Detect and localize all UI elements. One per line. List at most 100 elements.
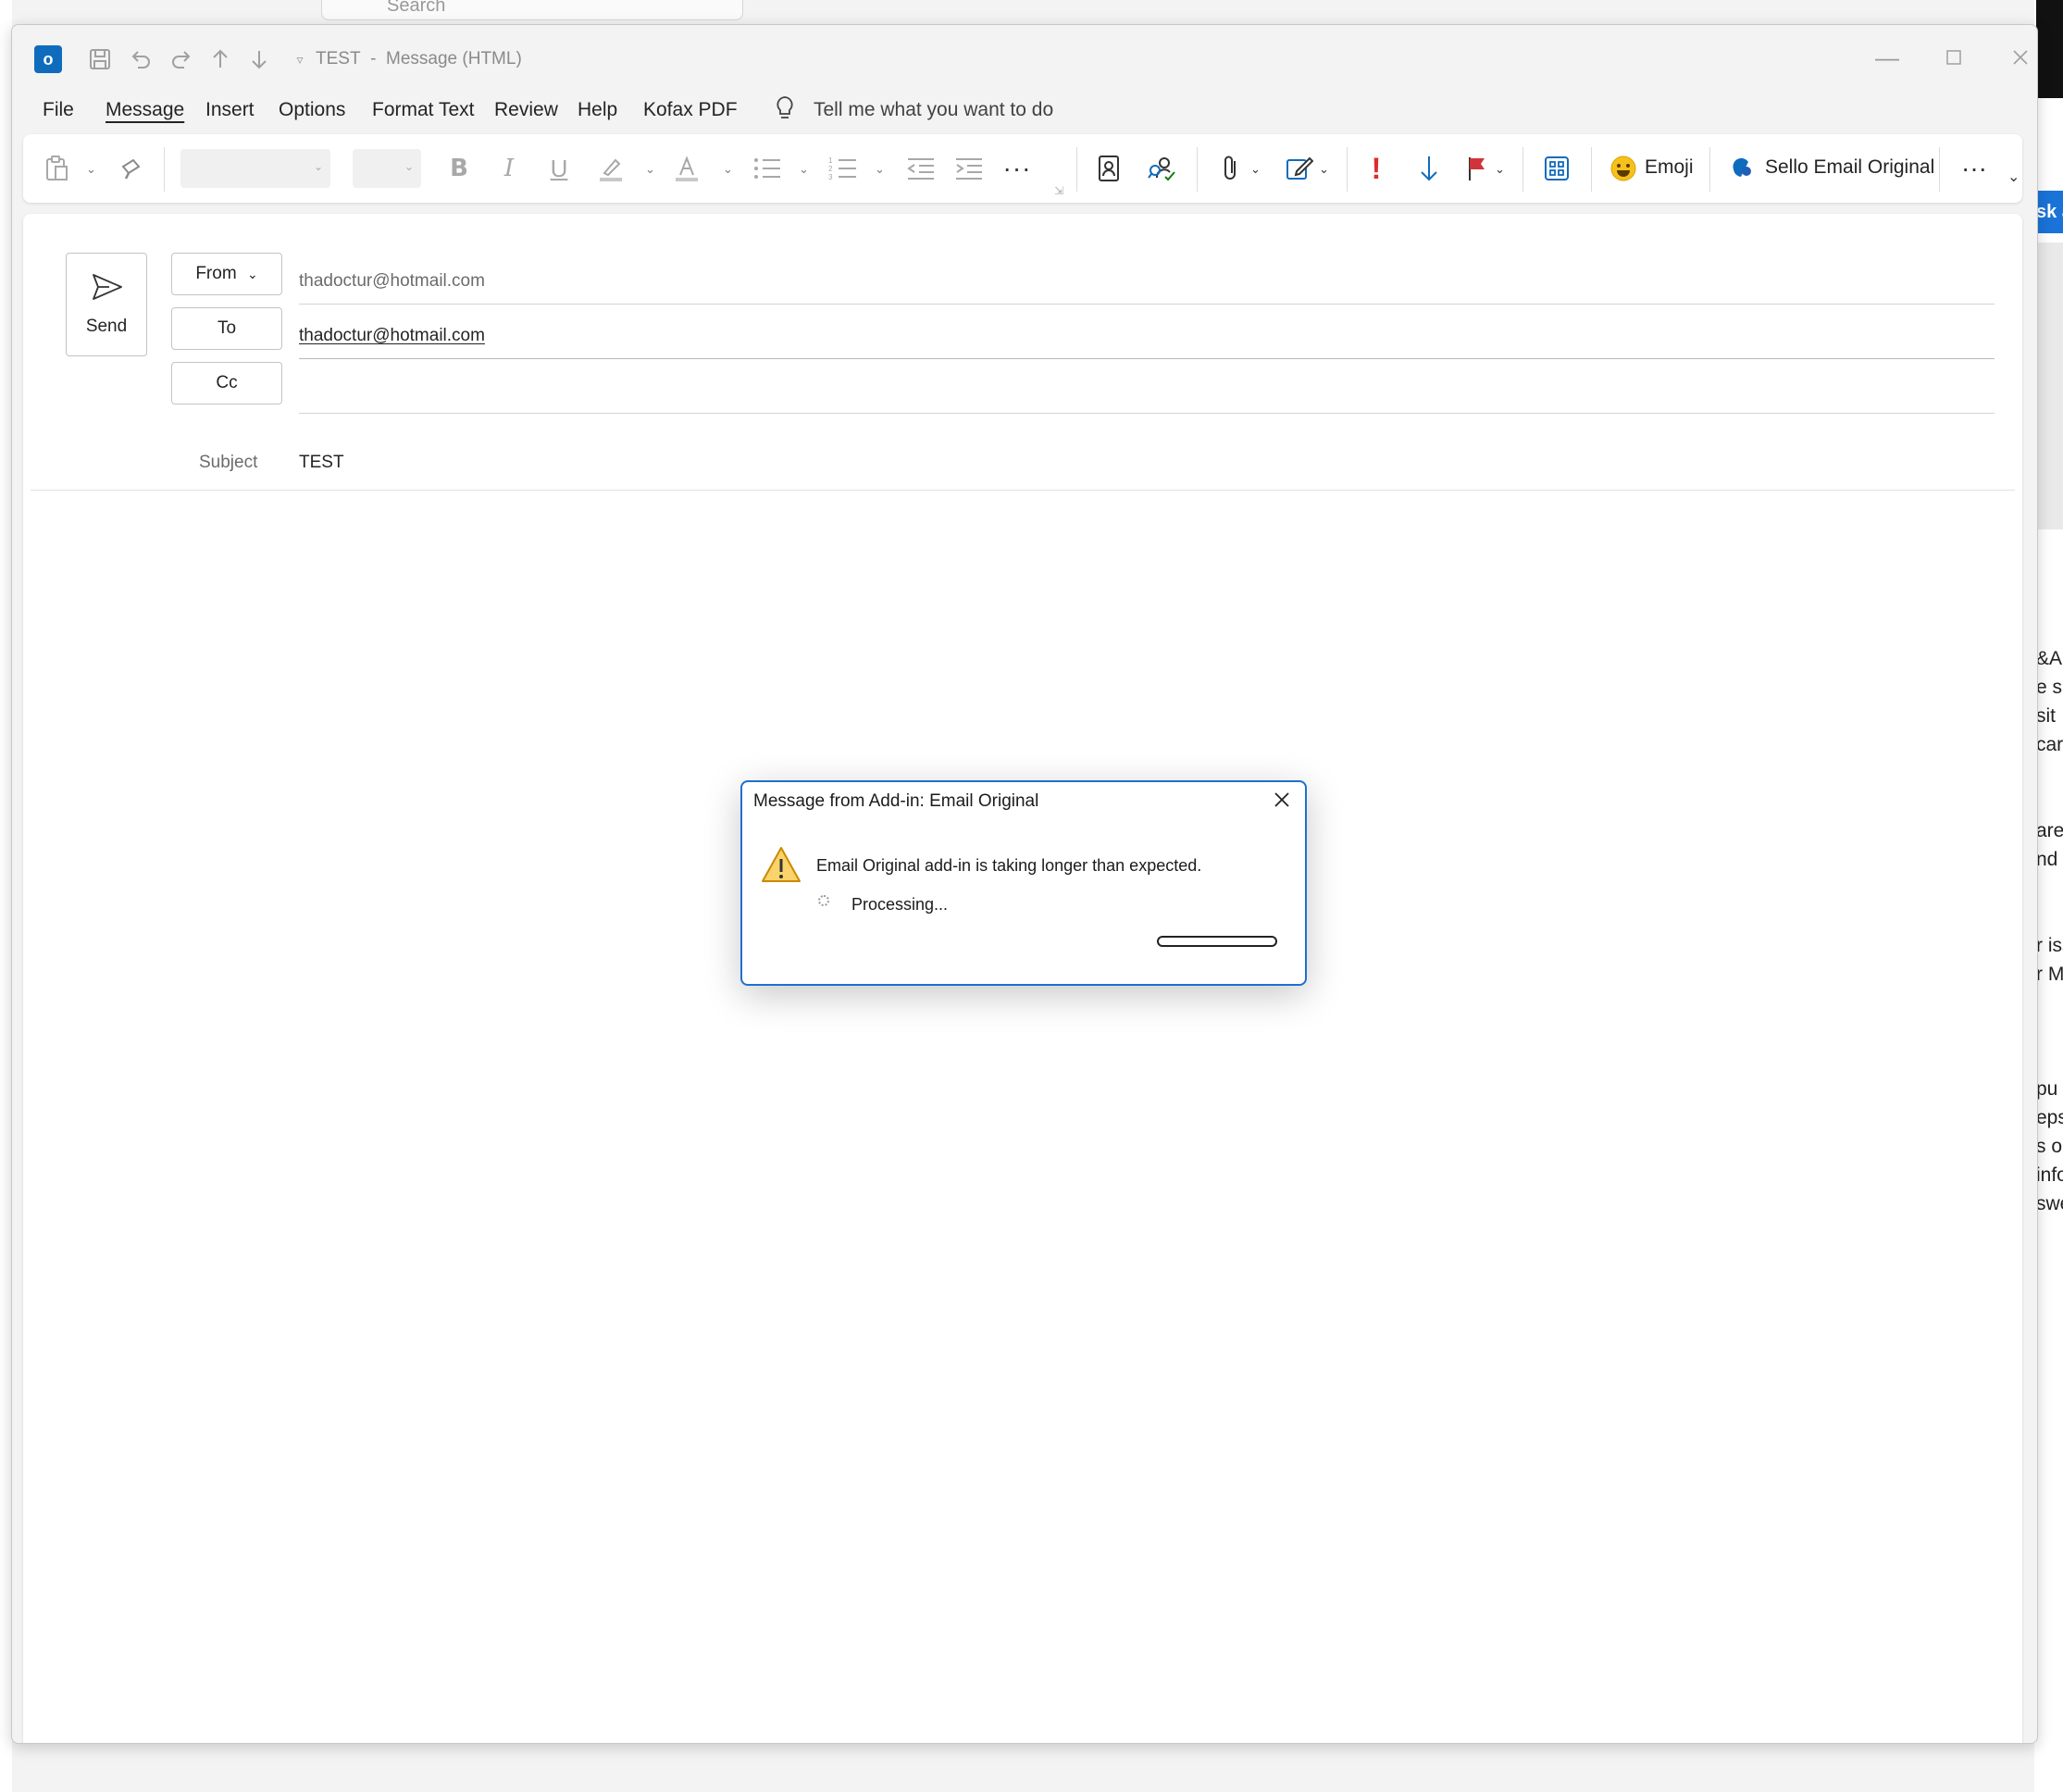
signature-dropdown-chevron-icon[interactable]: ⌄ xyxy=(1319,162,1329,177)
high-importance-icon[interactable]: ! xyxy=(1365,151,1387,186)
next-item-icon[interactable] xyxy=(245,45,273,73)
address-book-icon[interactable] xyxy=(1093,151,1125,186)
dialog-launcher-icon[interactable]: ⇲ xyxy=(1054,184,1063,197)
font-color-dropdown-chevron-icon[interactable]: ⌄ xyxy=(723,162,733,177)
emoji-button[interactable]: Emoji xyxy=(1645,156,1694,179)
tab-kofax-pdf[interactable]: Kofax PDF xyxy=(643,99,738,121)
emoji-icon[interactable] xyxy=(1608,151,1639,186)
send-button[interactable]: Send xyxy=(66,253,147,356)
minimize-button[interactable]: — xyxy=(1869,44,1906,71)
svg-text:1: 1 xyxy=(828,156,833,165)
addin-message-dialog: Message from Add-in: Email Original Emai… xyxy=(740,780,1307,986)
bullets-icon[interactable] xyxy=(751,151,784,186)
title-bar: o ▿ TEST - Message (HTML) — xyxy=(12,25,2037,82)
numbering-dropdown-chevron-icon[interactable]: ⌄ xyxy=(875,162,885,177)
send-icon xyxy=(91,272,124,306)
check-names-icon[interactable] xyxy=(1145,151,1178,186)
svg-text:2: 2 xyxy=(828,165,833,173)
tab-message[interactable]: Message xyxy=(106,99,184,121)
spinner-icon xyxy=(818,895,829,906)
tab-file[interactable]: File xyxy=(43,99,74,121)
tab-format-text[interactable]: Format Text xyxy=(372,99,474,121)
background-text-fragment xyxy=(2036,906,2063,935)
progress-bar xyxy=(1157,936,1277,947)
tab-options[interactable]: Options xyxy=(279,99,345,121)
background-text-fragment: eps xyxy=(2036,1107,2063,1128)
attach-file-icon[interactable] xyxy=(1217,151,1245,186)
tell-me-search[interactable]: Tell me what you want to do xyxy=(814,99,1053,121)
tab-help[interactable]: Help xyxy=(578,99,617,121)
background-text-fragment: s o xyxy=(2036,1136,2063,1157)
maximize-button[interactable] xyxy=(1935,44,1972,71)
sello-email-original-button[interactable]: Sello Email Original xyxy=(1765,156,1934,179)
background-text-fragment: &A xyxy=(2036,648,2063,669)
background-text-fragment xyxy=(2036,1021,2063,1050)
collapse-ribbon-chevron-icon[interactable]: ⌄ xyxy=(2007,168,2020,186)
flag-dropdown-chevron-icon[interactable]: ⌄ xyxy=(1495,162,1505,177)
background-text-fragment: r iss xyxy=(2036,935,2063,956)
background-text-fragment: r M xyxy=(2036,964,2063,985)
to-button[interactable]: To xyxy=(171,307,282,350)
bold-icon[interactable]: B xyxy=(445,151,473,186)
ribbon-toolbar: ⌄ ⌄ ⌄ B I U ⌄ ⌄ ⌄ 123 ⌄ ··· ⇲ ⌄ ⌄ ! ⌄ Em… xyxy=(23,134,2022,203)
apps-icon[interactable] xyxy=(1541,151,1572,186)
font-family-select[interactable]: ⌄ xyxy=(180,149,330,188)
warning-icon xyxy=(761,845,802,889)
italic-icon[interactable]: I xyxy=(495,151,523,186)
subject-field[interactable]: TEST xyxy=(299,453,344,473)
low-importance-icon[interactable] xyxy=(1415,151,1443,186)
cc-button[interactable]: Cc xyxy=(171,362,282,404)
background-right-text: &A e s sit car are nd r iss r M pu eps s o info swe xyxy=(2036,648,2063,1222)
background-text-fragment xyxy=(2036,877,2063,906)
attach-dropdown-chevron-icon[interactable]: ⌄ xyxy=(1250,162,1261,177)
more-formatting-icon[interactable]: ··· xyxy=(1000,151,1034,186)
to-divider xyxy=(299,358,1995,359)
dialog-close-button[interactable] xyxy=(1270,790,1294,814)
tab-insert[interactable]: Insert xyxy=(205,99,255,121)
paste-icon[interactable] xyxy=(42,151,73,186)
redo-icon[interactable] xyxy=(168,45,195,73)
font-size-select[interactable]: ⌄ xyxy=(353,149,421,188)
background-right-dark-block xyxy=(2036,0,2063,98)
ribbon-tabs: File Message Insert Options Format Text … xyxy=(12,82,2037,129)
paste-dropdown-chevron-icon[interactable]: ⌄ xyxy=(86,162,96,177)
background-text-fragment: are xyxy=(2036,820,2063,841)
format-painter-icon[interactable] xyxy=(116,151,147,186)
close-window-button[interactable] xyxy=(2002,44,2037,71)
subject-label: Subject xyxy=(199,453,258,472)
background-search-box: Search xyxy=(321,0,743,20)
svg-text:3: 3 xyxy=(828,173,833,181)
from-field[interactable]: thadoctur@hotmail.com xyxy=(299,271,485,292)
more-commands-icon[interactable]: ··· xyxy=(1957,151,1991,186)
customize-quick-access-icon[interactable]: ▿ xyxy=(286,45,314,73)
numbering-icon[interactable]: 123 xyxy=(826,151,860,186)
cc-divider xyxy=(299,413,1995,414)
to-field[interactable]: thadoctur@hotmail.com xyxy=(299,326,485,346)
background-right-button: sk a xyxy=(2036,191,2063,233)
font-color-icon[interactable] xyxy=(671,151,702,186)
dialog-title: Message from Add-in: Email Original xyxy=(753,791,1039,811)
underline-icon[interactable]: U xyxy=(545,151,573,186)
highlight-icon[interactable] xyxy=(595,151,627,186)
tab-review[interactable]: Review xyxy=(494,99,558,121)
sello-email-original-icon[interactable] xyxy=(1728,151,1756,186)
save-icon[interactable] xyxy=(86,45,114,73)
undo-icon[interactable] xyxy=(127,45,155,73)
signature-icon[interactable] xyxy=(1284,151,1315,186)
background-text-fragment: swe xyxy=(2036,1193,2063,1214)
increase-indent-icon[interactable] xyxy=(952,151,986,186)
message-body[interactable] xyxy=(31,493,2015,1743)
from-button[interactable]: From ⌄ xyxy=(171,253,282,295)
from-divider xyxy=(299,304,1995,305)
subject-divider xyxy=(31,490,2015,491)
send-label: Send xyxy=(85,317,128,336)
processing-status: Processing... xyxy=(851,895,949,914)
background-text-fragment xyxy=(2036,763,2063,791)
dialog-message: Email Original add-in is taking longer t… xyxy=(816,856,1202,875)
highlight-dropdown-chevron-icon[interactable]: ⌄ xyxy=(645,162,655,177)
window-title: TEST - Message (HTML) xyxy=(316,49,522,68)
decrease-indent-icon[interactable] xyxy=(904,151,938,186)
bullets-dropdown-chevron-icon[interactable]: ⌄ xyxy=(799,162,809,177)
follow-up-flag-icon[interactable] xyxy=(1463,151,1491,186)
previous-item-icon[interactable] xyxy=(206,45,234,73)
